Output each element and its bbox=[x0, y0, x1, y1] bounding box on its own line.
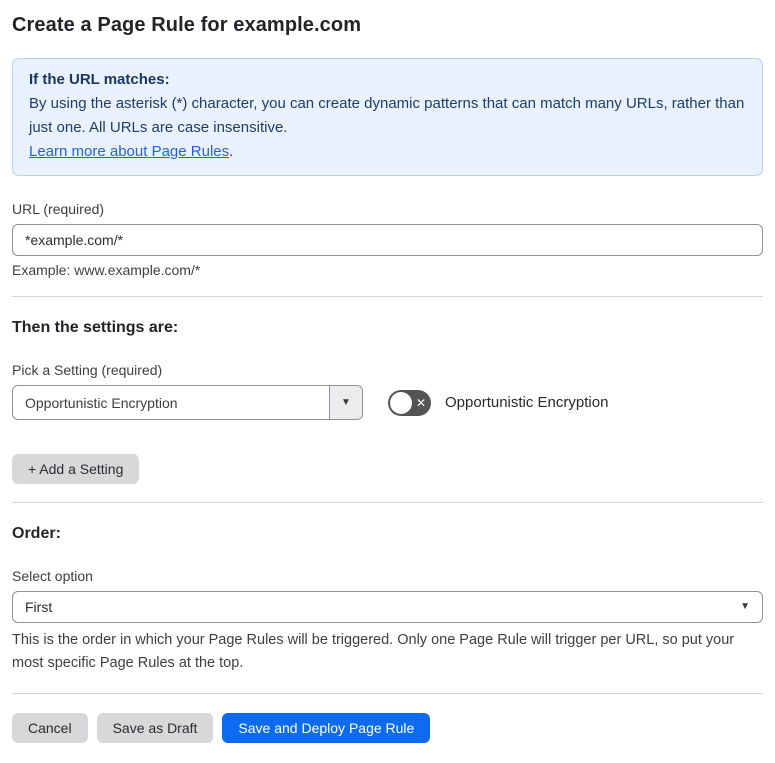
toggle-knob bbox=[390, 391, 412, 414]
section-divider bbox=[12, 693, 763, 694]
select-option-label: Select option bbox=[12, 568, 93, 584]
setting-row: Opportunistic Encryption ▼ ✕ Opportunist… bbox=[12, 385, 763, 420]
callout-heading: If the URL matches: bbox=[29, 71, 170, 88]
learn-more-link[interactable]: Learn more about Page Rules bbox=[29, 143, 229, 160]
page-title: Create a Page Rule for example.com bbox=[12, 14, 362, 36]
url-matches-callout: If the URL matches: By using the asteris… bbox=[12, 58, 763, 176]
section-divider bbox=[12, 502, 763, 503]
setting-toggle-group: ✕ Opportunistic Encryption bbox=[388, 389, 609, 416]
link-period: . bbox=[229, 143, 234, 160]
order-select-value: First bbox=[25, 599, 53, 615]
pick-setting-label: Pick a Setting (required) bbox=[12, 362, 163, 378]
order-help-text: This is the order in which your Page Rul… bbox=[12, 632, 735, 671]
toggle-off-icon: ✕ bbox=[415, 395, 426, 410]
settings-heading: Then the settings are: bbox=[12, 319, 179, 336]
save-deploy-button[interactable]: Save and Deploy Page Rule bbox=[222, 713, 431, 743]
order-select[interactable]: First ▼ bbox=[12, 591, 763, 623]
section-divider bbox=[12, 296, 763, 297]
callout-body: By using the asterisk (*) character, you… bbox=[29, 95, 745, 136]
setting-toggle-label: Opportunistic Encryption bbox=[445, 394, 609, 411]
url-label: URL (required) bbox=[12, 201, 105, 217]
action-buttons: Cancel Save as Draft Save and Deploy Pag… bbox=[12, 713, 763, 743]
cancel-button[interactable]: Cancel bbox=[12, 713, 88, 743]
caret-down-icon: ▼ bbox=[740, 601, 750, 612]
setting-dropdown-value: Opportunistic Encryption bbox=[25, 394, 178, 411]
add-setting-button[interactable]: + Add a Setting bbox=[12, 454, 140, 484]
caret-down-icon: ▼ bbox=[341, 396, 351, 408]
url-hint: Example: www.example.com/* bbox=[12, 262, 201, 278]
setting-dropdown-caret-button[interactable]: ▼ bbox=[329, 386, 362, 419]
callout-link-line: Learn more about Page Rules. bbox=[29, 140, 746, 164]
url-input[interactable] bbox=[12, 224, 763, 256]
order-heading: Order: bbox=[12, 525, 61, 542]
setting-toggle[interactable]: ✕ bbox=[388, 389, 431, 416]
setting-dropdown[interactable]: Opportunistic Encryption ▼ bbox=[12, 385, 363, 420]
save-draft-button[interactable]: Save as Draft bbox=[96, 713, 214, 743]
